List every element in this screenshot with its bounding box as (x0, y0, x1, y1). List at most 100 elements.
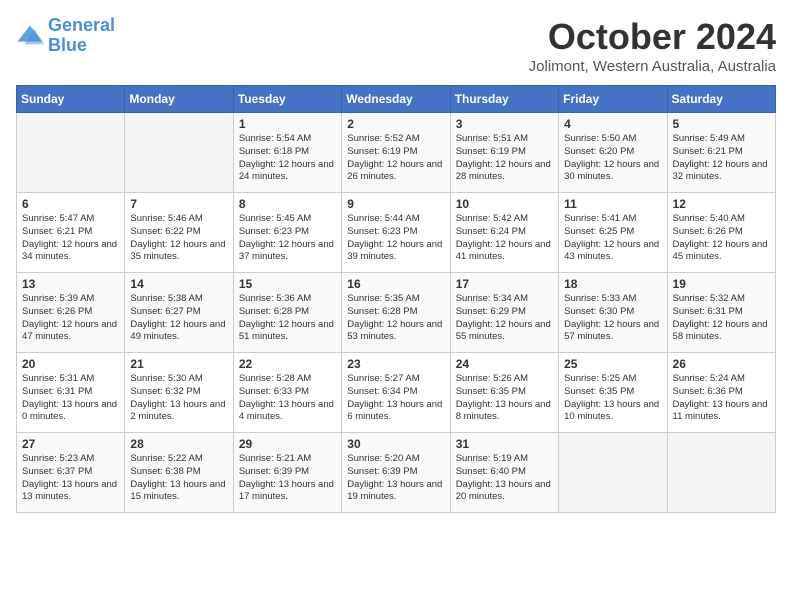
day-detail: Sunrise: 5:35 AMSunset: 6:28 PMDaylight:… (347, 293, 444, 344)
day-number: 25 (564, 357, 661, 371)
day-detail: Sunrise: 5:47 AMSunset: 6:21 PMDaylight:… (22, 213, 119, 264)
calendar-cell (17, 113, 125, 193)
day-detail: Sunrise: 5:49 AMSunset: 6:21 PMDaylight:… (673, 133, 770, 184)
day-number: 4 (564, 117, 661, 131)
calendar-cell: 6 Sunrise: 5:47 AMSunset: 6:21 PMDaylight… (17, 193, 125, 273)
calendar-cell (667, 433, 775, 513)
title-block: October 2024 Jolimont, Western Australia… (529, 16, 776, 75)
calendar-cell: 20 Sunrise: 5:31 AMSunset: 6:31 PMDayligh… (17, 353, 125, 433)
day-detail: Sunrise: 5:31 AMSunset: 6:31 PMDaylight:… (22, 373, 119, 424)
day-number: 26 (673, 357, 770, 371)
calendar-cell: 3 Sunrise: 5:51 AMSunset: 6:19 PMDaylight… (450, 113, 558, 193)
calendar-cell: 26Sunrise: 5:24 AMSunset: 6:36 PMDayligh… (667, 353, 775, 433)
calendar-cell: 21 Sunrise: 5:30 AMSunset: 6:32 PMDayligh… (125, 353, 233, 433)
calendar-cell: 2Sunrise: 5:52 AMSunset: 6:19 PMDaylight… (342, 113, 450, 193)
calendar-cell: 22 Sunrise: 5:28 AMSunset: 6:33 PMDayligh… (233, 353, 341, 433)
column-header-sunday: Sunday (17, 86, 125, 113)
day-number: 23 (347, 357, 444, 371)
calendar-cell: 11 Sunrise: 5:41 AMSunset: 6:25 PMDayligh… (559, 193, 667, 273)
day-detail: Sunrise: 5:25 AMSunset: 6:35 PMDaylight:… (564, 373, 661, 424)
day-detail: Sunrise: 5:50 AMSunset: 6:20 PMDaylight:… (564, 133, 661, 184)
day-number: 24 (456, 357, 553, 371)
calendar-cell: 28Sunrise: 5:22 AMSunset: 6:38 PMDayligh… (125, 433, 233, 513)
day-number: 14 (130, 277, 227, 291)
day-detail: Sunrise: 5:46 AMSunset: 6:22 PMDaylight:… (130, 213, 227, 264)
week-row: 6 Sunrise: 5:47 AMSunset: 6:21 PMDaylight… (17, 193, 776, 273)
page-header: General Blue October 2024 Jolimont, West… (16, 16, 776, 75)
calendar-cell: 27 Sunrise: 5:23 AMSunset: 6:37 PMDayligh… (17, 433, 125, 513)
day-number: 17 (456, 277, 553, 291)
calendar-cell: 29Sunrise: 5:21 AMSunset: 6:39 PMDayligh… (233, 433, 341, 513)
calendar-cell: 15 Sunrise: 5:36 AMSunset: 6:28 PMDayligh… (233, 273, 341, 353)
day-number: 9 (347, 197, 444, 211)
calendar-cell: 1 Sunrise: 5:54 AMSunset: 6:18 PMDaylight… (233, 113, 341, 193)
day-number: 7 (130, 197, 227, 211)
day-number: 6 (22, 197, 119, 211)
day-number: 19 (673, 277, 770, 291)
week-row: 1 Sunrise: 5:54 AMSunset: 6:18 PMDaylight… (17, 113, 776, 193)
day-number: 11 (564, 197, 661, 211)
day-number: 16 (347, 277, 444, 291)
calendar-cell: 17 Sunrise: 5:34 AMSunset: 6:29 PMDayligh… (450, 273, 558, 353)
day-detail: Sunrise: 5:28 AMSunset: 6:33 PMDaylight:… (239, 373, 336, 424)
column-header-wednesday: Wednesday (342, 86, 450, 113)
header-row: SundayMondayTuesdayWednesdayThursdayFrid… (17, 86, 776, 113)
day-number: 18 (564, 277, 661, 291)
logo-icon (16, 22, 44, 50)
day-detail: Sunrise: 5:33 AMSunset: 6:30 PMDaylight:… (564, 293, 661, 344)
calendar-cell: 4 Sunrise: 5:50 AMSunset: 6:20 PMDaylight… (559, 113, 667, 193)
calendar-cell: 30Sunrise: 5:20 AMSunset: 6:39 PMDayligh… (342, 433, 450, 513)
day-number: 12 (673, 197, 770, 211)
day-number: 22 (239, 357, 336, 371)
day-detail: Sunrise: 5:42 AMSunset: 6:24 PMDaylight:… (456, 213, 553, 264)
day-detail: Sunrise: 5:41 AMSunset: 6:25 PMDaylight:… (564, 213, 661, 264)
calendar-cell: 19 Sunrise: 5:32 AMSunset: 6:31 PMDayligh… (667, 273, 775, 353)
day-number: 28 (130, 437, 227, 451)
day-detail: Sunrise: 5:26 AMSunset: 6:35 PMDaylight:… (456, 373, 553, 424)
calendar-cell: 9 Sunrise: 5:44 AMSunset: 6:23 PMDaylight… (342, 193, 450, 273)
logo: General Blue (16, 16, 115, 56)
column-header-thursday: Thursday (450, 86, 558, 113)
calendar-cell: 10Sunrise: 5:42 AMSunset: 6:24 PMDayligh… (450, 193, 558, 273)
day-number: 27 (22, 437, 119, 451)
logo-text: General Blue (48, 16, 115, 56)
day-detail: Sunrise: 5:23 AMSunset: 6:37 PMDaylight:… (22, 453, 119, 504)
day-number: 8 (239, 197, 336, 211)
day-detail: Sunrise: 5:36 AMSunset: 6:28 PMDaylight:… (239, 293, 336, 344)
day-detail: Sunrise: 5:30 AMSunset: 6:32 PMDaylight:… (130, 373, 227, 424)
day-number: 1 (239, 117, 336, 131)
day-detail: Sunrise: 5:32 AMSunset: 6:31 PMDaylight:… (673, 293, 770, 344)
day-detail: Sunrise: 5:45 AMSunset: 6:23 PMDaylight:… (239, 213, 336, 264)
day-detail: Sunrise: 5:19 AMSunset: 6:40 PMDaylight:… (456, 453, 553, 504)
calendar-cell: 7 Sunrise: 5:46 AMSunset: 6:22 PMDaylight… (125, 193, 233, 273)
day-number: 21 (130, 357, 227, 371)
week-row: 27 Sunrise: 5:23 AMSunset: 6:37 PMDayligh… (17, 433, 776, 513)
day-detail: Sunrise: 5:44 AMSunset: 6:23 PMDaylight:… (347, 213, 444, 264)
calendar-cell: 12 Sunrise: 5:40 AMSunset: 6:26 PMDayligh… (667, 193, 775, 273)
calendar-cell: 18 Sunrise: 5:33 AMSunset: 6:30 PMDayligh… (559, 273, 667, 353)
day-number: 29 (239, 437, 336, 451)
day-detail: Sunrise: 5:39 AMSunset: 6:26 PMDaylight:… (22, 293, 119, 344)
calendar-cell (559, 433, 667, 513)
column-header-monday: Monday (125, 86, 233, 113)
day-number: 2 (347, 117, 444, 131)
calendar-cell: 23 Sunrise: 5:27 AMSunset: 6:34 PMDayligh… (342, 353, 450, 433)
day-detail: Sunrise: 5:27 AMSunset: 6:34 PMDaylight:… (347, 373, 444, 424)
month-title: October 2024 (529, 16, 776, 58)
day-number: 20 (22, 357, 119, 371)
calendar-cell: 25 Sunrise: 5:25 AMSunset: 6:35 PMDayligh… (559, 353, 667, 433)
day-detail: Sunrise: 5:40 AMSunset: 6:26 PMDaylight:… (673, 213, 770, 264)
calendar-cell (125, 113, 233, 193)
day-number: 5 (673, 117, 770, 131)
day-number: 13 (22, 277, 119, 291)
day-number: 15 (239, 277, 336, 291)
day-detail: Sunrise: 5:34 AMSunset: 6:29 PMDaylight:… (456, 293, 553, 344)
day-number: 3 (456, 117, 553, 131)
calendar-cell: 16 Sunrise: 5:35 AMSunset: 6:28 PMDayligh… (342, 273, 450, 353)
week-row: 13 Sunrise: 5:39 AMSunset: 6:26 PMDayligh… (17, 273, 776, 353)
column-header-tuesday: Tuesday (233, 86, 341, 113)
day-detail: Sunrise: 5:54 AMSunset: 6:18 PMDaylight:… (239, 133, 336, 184)
day-detail: Sunrise: 5:51 AMSunset: 6:19 PMDaylight:… (456, 133, 553, 184)
column-header-saturday: Saturday (667, 86, 775, 113)
day-detail: Sunrise: 5:20 AMSunset: 6:39 PMDaylight:… (347, 453, 444, 504)
